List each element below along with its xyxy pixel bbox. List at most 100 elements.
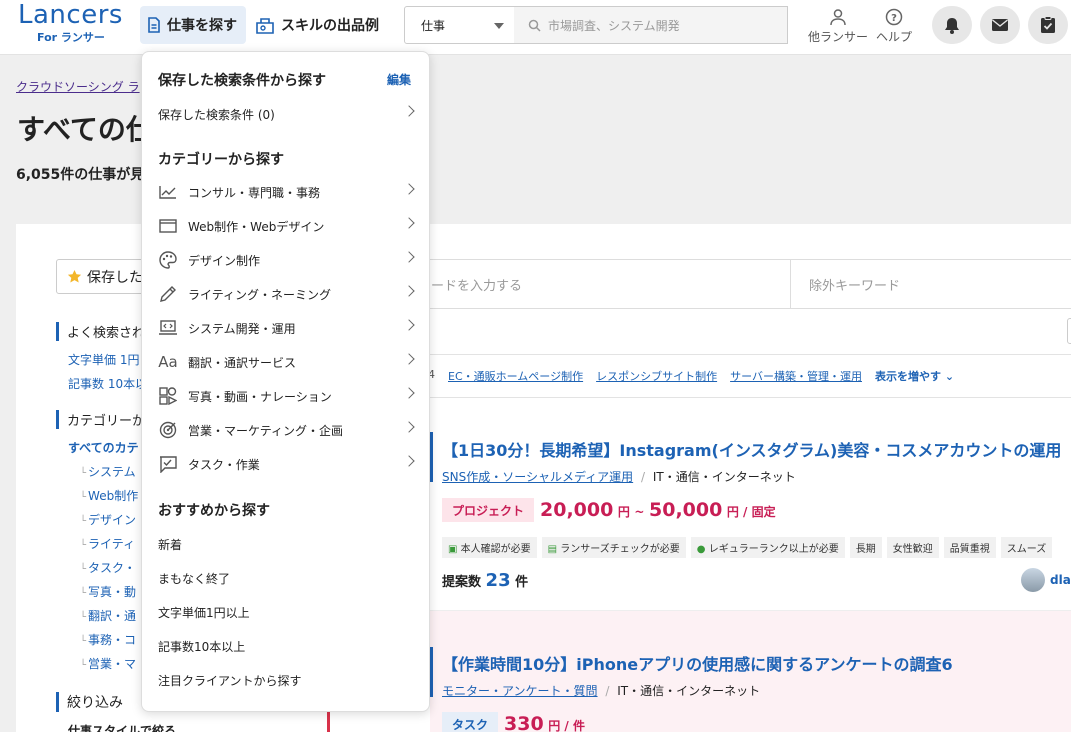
subcategory-link[interactable]: システム bbox=[80, 463, 142, 480]
avatar bbox=[1021, 568, 1045, 592]
job-industry: IT・通信・インターネット bbox=[617, 684, 761, 698]
message-button[interactable] bbox=[980, 6, 1020, 44]
dropdown-category-system[interactable]: システム開発・運用 bbox=[158, 318, 415, 338]
breadcrumb[interactable]: クラウドソーシング ラ bbox=[16, 78, 140, 95]
subcategory-link[interactable]: 写真・動 bbox=[80, 583, 142, 600]
job-proposals: 提案数 23 件 bbox=[442, 570, 529, 591]
all-categories-link[interactable]: すべてのカテ bbox=[68, 439, 148, 456]
dropdown-category-task[interactable]: タスク・作業 bbox=[158, 454, 415, 474]
dropdown-category-photo[interactable]: 写真・動画・ナレーション bbox=[158, 386, 415, 406]
subcategory-link[interactable]: タスク・ bbox=[80, 559, 142, 576]
help-link[interactable]: ? ヘルプ bbox=[876, 8, 912, 45]
popular-link-1[interactable]: 文字単価 1円 bbox=[68, 351, 148, 368]
clipboard-icon: ▤ bbox=[547, 544, 558, 555]
dropdown-category-translation[interactable]: Aa 翻訳・通訳サービス bbox=[158, 352, 415, 372]
help-label: ヘルプ bbox=[876, 30, 913, 44]
saved-search-item[interactable]: 保存した検索条件 (0) bbox=[158, 104, 415, 124]
chevron-right-icon bbox=[403, 319, 415, 331]
job-price: 20,000 円 ~ 50,000 円 / 固定 bbox=[540, 499, 776, 521]
nav-skill-examples[interactable]: スキルの出品例 bbox=[255, 6, 379, 44]
chevron-right-icon bbox=[403, 217, 415, 229]
chevron-right-icon bbox=[403, 353, 415, 365]
subcategory-link[interactable]: 翻訳・通 bbox=[80, 607, 142, 624]
filter-heading: 絞り込み bbox=[56, 692, 146, 712]
subcategory-link[interactable]: 事務・コ bbox=[80, 631, 142, 648]
nav-skill-label: スキルの出品例 bbox=[281, 18, 379, 34]
job-title[interactable]: 【作業時間10分】iPhoneアプリの使用感に関するアンケートの調査6 bbox=[442, 651, 953, 675]
task-button[interactable] bbox=[1028, 6, 1068, 44]
search-type-value: 仕事 bbox=[421, 18, 446, 33]
job-accent-bar bbox=[430, 432, 433, 482]
sort-select[interactable] bbox=[1067, 318, 1071, 344]
job-category: SNS作成・ソーシャルメディア運用 / IT・通信・インターネット bbox=[442, 470, 796, 484]
keyword-input[interactable]: ードを入力する bbox=[420, 259, 791, 309]
result-count: 6,055件の仕事が見 bbox=[16, 167, 145, 183]
search-placeholder: 市場調査、システム開発 bbox=[548, 18, 680, 33]
lancers-logo[interactable]: Lancers For ランサー bbox=[18, 0, 123, 44]
tag-link[interactable]: レスポンシブサイト制作 bbox=[596, 368, 717, 384]
dropdown-category-writing[interactable]: ライティング・ネーミング bbox=[158, 284, 415, 304]
dropdown-category-design[interactable]: デザイン制作 bbox=[158, 250, 415, 270]
subcategory-link[interactable]: ライティ bbox=[80, 535, 142, 552]
client-user[interactable]: dlar bbox=[1021, 568, 1071, 592]
page-title: すべての仕 bbox=[17, 113, 154, 146]
chevron-right-icon bbox=[403, 421, 415, 433]
chart-line-icon bbox=[158, 182, 178, 202]
job-category: モニター・アンケート・質問 / IT・通信・インターネット bbox=[442, 684, 761, 698]
job-category-link[interactable]: モニター・アンケート・質問 bbox=[442, 684, 598, 698]
popular-link-2[interactable]: 記事数 10本以 bbox=[68, 375, 148, 392]
chevron-right-icon bbox=[403, 183, 415, 195]
condition-chip: スムーズ bbox=[1000, 537, 1053, 558]
tag-link[interactable]: EC・通販ホームページ制作 bbox=[448, 368, 583, 384]
dropdown-category-marketing[interactable]: 営業・マーケティング・企画 bbox=[158, 420, 415, 440]
job-category-link[interactable]: SNS作成・ソーシャルメディア運用 bbox=[442, 470, 633, 484]
edit-link[interactable]: 編集 bbox=[387, 71, 411, 88]
divider bbox=[430, 397, 1071, 398]
job-title[interactable]: 【1日30分！長期希望】Instagram(インスタグラム)美容・コスメアカウン… bbox=[442, 437, 1061, 461]
pen-icon bbox=[158, 284, 178, 304]
category-heading: カテゴリーか bbox=[56, 410, 146, 429]
dropdown-category-consulting[interactable]: コンサル・専門職・事務 bbox=[158, 182, 415, 202]
recommend-ending-soon[interactable]: まもなく終了 bbox=[158, 570, 230, 587]
job-type-badge: プロジェクト bbox=[442, 498, 535, 522]
translate-icon: Aa bbox=[158, 353, 178, 371]
recommend-char-price[interactable]: 文字単価1円以上 bbox=[158, 604, 250, 621]
chevron-right-icon bbox=[403, 105, 415, 117]
recommend-featured-clients[interactable]: 注目クライアントから探す bbox=[158, 672, 302, 689]
job-accent-bar bbox=[430, 647, 433, 697]
nav-find-work[interactable]: 仕事を探す bbox=[140, 6, 246, 44]
other-lancer-link[interactable]: 他ランサー bbox=[808, 8, 868, 45]
popular-search-heading: よく検索され bbox=[56, 322, 146, 341]
condition-chip: 長期 bbox=[849, 537, 882, 558]
chevron-right-icon bbox=[403, 251, 415, 263]
logo-sub: For ランサー bbox=[37, 31, 105, 44]
show-more-button[interactable]: 表示を増やす ⌄ bbox=[875, 368, 954, 384]
header: Lancers For ランサー 仕事を探す スキルの出品例 仕事 市場調査、シ… bbox=[0, 0, 1071, 55]
logo-main: Lancers bbox=[18, 0, 123, 30]
find-work-dropdown: 保存した検索条件から探す 編集 保存した検索条件 (0) カテゴリーから探す コ… bbox=[141, 51, 430, 712]
browser-icon bbox=[158, 216, 178, 236]
client-name: dlar bbox=[1050, 573, 1071, 587]
search-type-select[interactable]: 仕事 bbox=[404, 6, 515, 44]
exclude-keyword-input[interactable]: 除外キーワード bbox=[790, 259, 1071, 309]
svg-text:?: ? bbox=[891, 13, 897, 24]
job-card[interactable]: 【作業時間10分】iPhoneアプリの使用感に関するアンケートの調査6 モニター… bbox=[430, 610, 1071, 732]
notification-button[interactable] bbox=[932, 6, 972, 44]
condition-chip: ▣ 本人確認が必要 bbox=[442, 537, 537, 558]
person-icon bbox=[830, 9, 846, 26]
job-conditions: ▣ 本人確認が必要 ▤ ランサーズチェックが必要 ● レギュラーランク以上が必要… bbox=[442, 537, 1053, 558]
search-icon bbox=[528, 19, 541, 32]
subcategory-link[interactable]: 営業・マ bbox=[80, 655, 142, 672]
subcategory-link[interactable]: デザイン bbox=[80, 511, 142, 528]
nav-find-label: 仕事を探す bbox=[167, 18, 237, 34]
chat-check-icon bbox=[158, 454, 178, 474]
tag-link[interactable]: サーバー構築・管理・運用 bbox=[730, 368, 862, 384]
recommend-new[interactable]: 新着 bbox=[158, 536, 182, 553]
subcategory-link[interactable]: Web制作 bbox=[80, 487, 142, 504]
divider bbox=[430, 354, 1071, 355]
dropdown-category-web[interactable]: Web制作・Webデザイン bbox=[158, 216, 415, 236]
chevron-right-icon bbox=[403, 455, 415, 467]
job-card[interactable]: 【1日30分！長期希望】Instagram(インスタグラム)美容・コスメアカウン… bbox=[430, 420, 1071, 610]
recommend-article-count[interactable]: 記事数10本以上 bbox=[158, 638, 245, 655]
search-input[interactable]: 市場調査、システム開発 bbox=[514, 6, 788, 44]
